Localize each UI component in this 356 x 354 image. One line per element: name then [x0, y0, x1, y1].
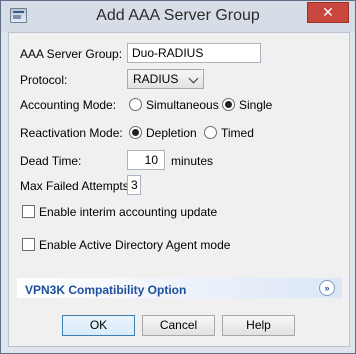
reactivation-mode-timed-label[interactable]: Timed [221, 126, 254, 140]
accounting-mode-single-label[interactable]: Single [239, 98, 272, 112]
server-group-input[interactable]: Duo-RADIUS [127, 43, 261, 63]
reactivation-mode-depletion-label[interactable]: Depletion [146, 126, 197, 140]
accounting-mode-label: Accounting Mode: [20, 98, 117, 112]
interim-accounting-label[interactable]: Enable interim accounting update [39, 205, 217, 219]
dialog-title: Add AAA Server Group [96, 7, 260, 24]
dead-time-input[interactable]: 10 [127, 150, 165, 170]
accounting-mode-single-radio[interactable] [222, 98, 235, 111]
max-failed-attempts-label: Max Failed Attempts: [20, 179, 133, 193]
dead-time-label: Dead Time: [20, 154, 82, 168]
chevron-down-icon [188, 73, 199, 84]
help-button[interactable]: Help [222, 315, 295, 336]
reactivation-mode-label: Reactivation Mode: [20, 126, 123, 140]
reactivation-mode-timed-radio[interactable] [204, 126, 217, 139]
cancel-button[interactable]: Cancel [142, 315, 215, 336]
dead-time-unit: minutes [171, 154, 214, 168]
ok-button[interactable]: OK [62, 315, 135, 336]
server-group-label: AAA Server Group: [20, 47, 123, 61]
protocol-label: Protocol: [20, 73, 68, 87]
vpn3k-section-title[interactable]: VPN3K Compatibility Option [25, 283, 186, 297]
dialog-content: AAA Server Group: Duo-RADIUS Protocol: R… [8, 32, 350, 347]
accounting-mode-simultaneous-radio[interactable] [129, 98, 142, 111]
dialog-window: Add AAA Server Group ✕ AAA Server Group:… [0, 0, 356, 354]
accounting-mode-simultaneous-label[interactable]: Simultaneous [146, 98, 219, 112]
protocol-selected-value: RADIUS [133, 72, 179, 86]
max-failed-attempts-input[interactable]: 3 [127, 175, 141, 195]
reactivation-mode-depletion-radio[interactable] [129, 126, 142, 139]
expand-chevron-icon[interactable]: » [319, 280, 335, 296]
interim-accounting-checkbox[interactable] [22, 205, 35, 218]
ad-agent-mode-checkbox[interactable] [22, 238, 35, 251]
ad-agent-mode-label[interactable]: Enable Active Directory Agent mode [39, 238, 230, 252]
title-bar[interactable]: Add AAA Server Group ✕ [1, 1, 355, 32]
protocol-select[interactable]: RADIUS [127, 69, 204, 89]
close-button[interactable]: ✕ [307, 2, 349, 23]
